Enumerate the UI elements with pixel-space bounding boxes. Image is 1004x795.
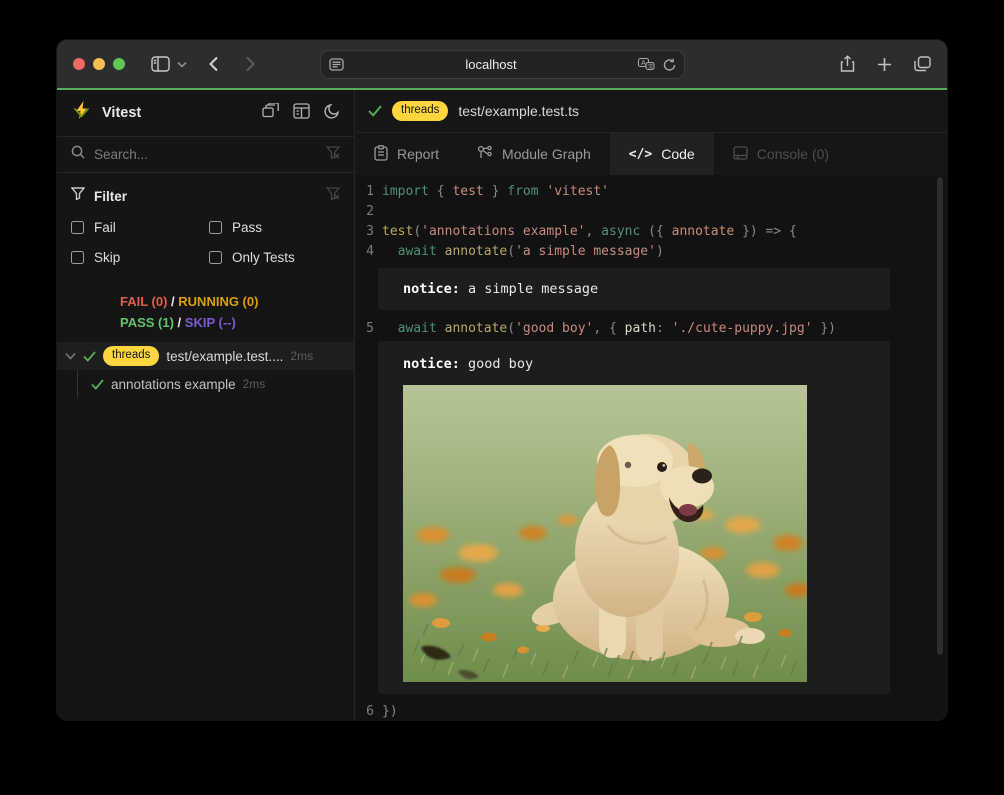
pool-badge: threads — [103, 346, 159, 366]
checkbox-icon[interactable] — [209, 251, 222, 264]
summary-line-2: PASS (1) / SKIP (--) — [120, 312, 354, 333]
reload-icon[interactable] — [663, 58, 676, 72]
forward-button[interactable] — [245, 56, 255, 72]
skip-count: SKIP (--) — [185, 315, 236, 330]
code-line: 1 import { test } from 'vitest' — [355, 182, 947, 202]
pass-check-icon — [91, 379, 104, 390]
url-text[interactable]: localhost — [344, 57, 638, 72]
notice-message: a simple message — [468, 281, 598, 297]
search-icon — [71, 145, 85, 164]
dashboard-icon[interactable] — [293, 103, 310, 124]
filter-checkbox-only-tests[interactable]: Only Tests — [209, 250, 340, 265]
test-case-row[interactable]: annotations example 2ms — [57, 370, 354, 398]
code-line: 5 await annotate('good boy', { path: './… — [355, 319, 947, 339]
main-panel: threads test/example.test.ts Report Modu… — [355, 90, 947, 720]
test-file-duration: 2ms — [290, 349, 313, 363]
close-window-button[interactable] — [73, 58, 85, 70]
clear-search-filter-icon[interactable] — [326, 146, 340, 164]
funnel-icon — [71, 187, 85, 205]
collapse-panels-icon[interactable] — [262, 103, 279, 123]
filter-checkbox-pass[interactable]: Pass — [209, 220, 340, 235]
pass-check-icon — [83, 351, 96, 362]
annotation-notice: notice: a simple message — [378, 268, 890, 310]
test-file-name: test/example.test.... — [166, 349, 283, 364]
code-line: 3 test('annotations example', async ({ a… — [355, 222, 947, 242]
pass-count: PASS (1) — [120, 315, 174, 330]
test-summary: FAIL (0) / RUNNING (0) PASS (1) / SKIP (… — [57, 291, 354, 333]
code-editor[interactable]: 1 import { test } from 'vitest' 2 3 test… — [355, 175, 947, 720]
tab-bar: Report Module Graph </> Code Console — [355, 133, 947, 175]
module-graph-icon — [477, 145, 493, 164]
zoom-window-button[interactable] — [113, 58, 125, 70]
filter-section: Filter Fail Pass — [57, 173, 354, 271]
running-count: RUNNING (0) — [178, 294, 258, 309]
test-file-row[interactable]: threads test/example.test.... 2ms — [57, 342, 354, 370]
browser-toolbar: localhost A文 — [57, 40, 947, 88]
open-file-path: test/example.test.ts — [458, 103, 579, 119]
tab-module-graph[interactable]: Module Graph — [458, 133, 610, 175]
sidebar-toggle-icon[interactable] — [151, 56, 170, 72]
reader-icon[interactable] — [329, 58, 344, 71]
address-bar[interactable]: localhost A文 — [320, 50, 685, 79]
svg-text:A: A — [641, 60, 646, 67]
code-line: 2 — [355, 202, 947, 222]
fail-count: FAIL (0) — [120, 294, 167, 309]
code-line: 4 await annotate('a simple message') — [355, 242, 947, 262]
checkbox-icon[interactable] — [71, 251, 84, 264]
file-header: threads test/example.test.ts — [355, 90, 947, 133]
report-icon — [374, 145, 388, 164]
notice-label: notice: — [403, 281, 460, 297]
clear-filter-icon[interactable] — [326, 187, 340, 205]
filter-checkbox-skip[interactable]: Skip — [71, 250, 209, 265]
minimize-window-button[interactable] — [93, 58, 105, 70]
translate-icon[interactable]: A文 — [638, 58, 655, 71]
vitest-logo-icon — [71, 100, 92, 126]
test-case-duration: 2ms — [243, 377, 266, 391]
app-title: Vitest — [102, 105, 252, 121]
browser-window: localhost A文 — [57, 40, 947, 720]
editor-scrollbar[interactable] — [937, 177, 943, 655]
notice-message: good boy — [468, 356, 533, 372]
pass-check-icon — [368, 105, 382, 117]
indent-guide — [77, 370, 78, 398]
pool-badge: threads — [392, 101, 448, 121]
tab-overview-icon[interactable] — [914, 56, 931, 72]
back-button[interactable] — [209, 56, 219, 72]
svg-text:文: 文 — [648, 62, 654, 70]
notice-label: notice: — [403, 356, 460, 372]
annotation-notice: notice: good boy — [378, 341, 890, 694]
puppy-photo — [403, 385, 807, 682]
filter-checkbox-fail[interactable]: Fail — [71, 220, 209, 235]
test-tree: threads test/example.test.... 2ms annota… — [57, 342, 354, 398]
chevron-down-icon[interactable] — [65, 352, 76, 360]
filter-title: Filter — [94, 189, 317, 204]
checkbox-icon[interactable] — [71, 221, 84, 234]
console-icon — [733, 146, 748, 163]
code-line: 6 }) — [355, 702, 947, 720]
share-icon[interactable] — [840, 55, 855, 73]
tab-report[interactable]: Report — [355, 133, 458, 175]
code-icon: </> — [629, 147, 652, 162]
search-input[interactable] — [94, 147, 317, 162]
chevron-down-icon[interactable] — [177, 61, 187, 68]
summary-line-1: FAIL (0) / RUNNING (0) — [120, 291, 354, 312]
tab-console[interactable]: Console (0) — [714, 133, 848, 175]
test-case-name: annotations example — [111, 377, 236, 392]
new-tab-icon[interactable] — [877, 57, 892, 72]
traffic-lights — [73, 58, 125, 70]
tab-code[interactable]: </> Code — [610, 133, 714, 175]
checkbox-icon[interactable] — [209, 221, 222, 234]
sidebar: Vitest — [57, 90, 355, 720]
dark-mode-moon-icon[interactable] — [324, 103, 340, 124]
